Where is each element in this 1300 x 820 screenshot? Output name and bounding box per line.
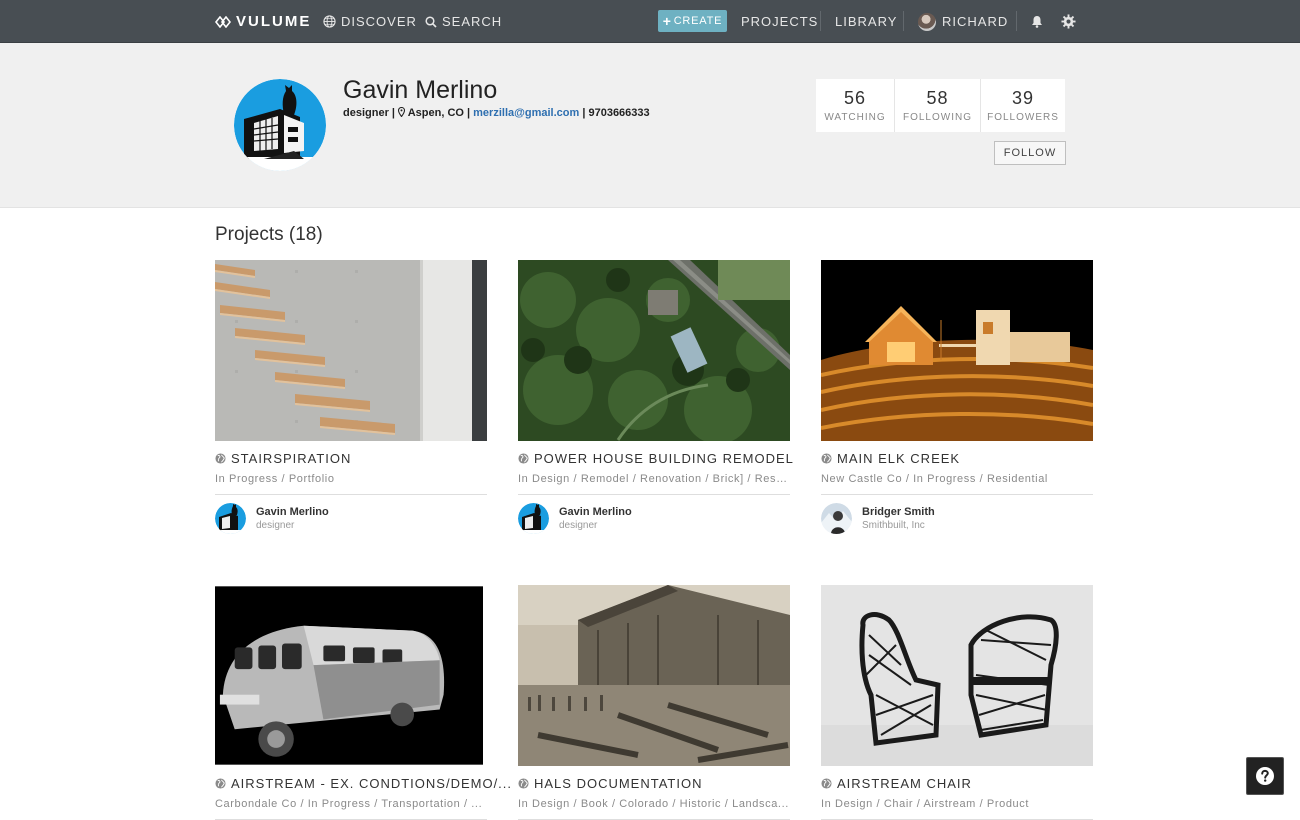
owner-name: Gavin Merlino [559, 506, 632, 518]
nav-search[interactable]: SEARCH [425, 0, 502, 43]
globe-icon [323, 15, 336, 28]
project-thumbnail[interactable] [821, 260, 1093, 441]
project-tags: In Design / Chair / Airstream / Product [821, 798, 1093, 820]
project-card[interactable]: AIRSTREAM CHAIR In Design / Chair / Airs… [821, 585, 1093, 820]
project-title-text: POWER HOUSE BUILDING REMODEL [534, 451, 794, 466]
project-owner[interactable]: Gavin Merlino designer [215, 503, 487, 534]
nav-divider [1016, 11, 1017, 31]
project-title[interactable]: POWER HOUSE BUILDING REMODEL [518, 451, 793, 466]
project-title[interactable]: STAIRSPIRATION [215, 451, 487, 466]
location-pin-icon [398, 106, 406, 118]
globe-icon [518, 778, 529, 789]
avatar [918, 12, 936, 31]
project-tags: New Castle Co / In Progress / Residentia… [821, 473, 1093, 495]
project-tags: In Design / Remodel / Renovation / Brick… [518, 473, 790, 495]
user-menu[interactable]: RICHARD [918, 0, 1008, 43]
avatar [215, 503, 246, 534]
nav-divider [903, 11, 904, 31]
follow-button[interactable]: FOLLOW [994, 141, 1066, 165]
project-tags: Carbondale Co / In Progress / Transporta… [215, 798, 487, 820]
gear-icon [1061, 14, 1076, 29]
profile-phone: 9703666333 [588, 107, 650, 119]
project-card[interactable]: AIRSTREAM - EX. CONDTIONS/DEMO/... Carbo… [215, 585, 511, 820]
project-tags: In Design / Book / Colorado / Historic /… [518, 798, 790, 820]
nav-library[interactable]: LIBRARY [835, 0, 897, 43]
project-thumbnail[interactable] [215, 585, 483, 766]
project-thumbnail[interactable] [518, 260, 790, 441]
owner-role: designer [559, 520, 598, 531]
vulume-logo[interactable]: VULUME [215, 0, 311, 43]
bell-icon [1032, 16, 1042, 28]
stat-number: 39 [1011, 88, 1035, 108]
project-owner[interactable]: Bridger Smith Smithbuilt, Inc [821, 503, 1093, 534]
globe-icon [518, 453, 529, 464]
owner-name: Gavin Merlino [256, 506, 329, 518]
project-thumbnail[interactable] [215, 260, 487, 441]
nav-divider [820, 11, 821, 31]
plus-icon: + [662, 13, 672, 29]
owner-role: designer [256, 520, 295, 531]
notifications-button[interactable] [1031, 0, 1048, 43]
owner-name: Bridger Smith [862, 506, 935, 518]
project-title[interactable]: AIRSTREAM CHAIR [821, 776, 1093, 791]
avatar [518, 503, 549, 534]
logo-text: VULUME [236, 13, 312, 30]
profile-header: Gavin Merlino designer | Aspen, CO | mer… [0, 43, 1300, 208]
stat-label: WATCHING [824, 112, 886, 123]
vulume-logo-icon [215, 15, 231, 28]
project-thumbnail[interactable] [518, 585, 790, 766]
search-icon [425, 15, 437, 28]
project-card[interactable]: STAIRSPIRATION In Progress / Portfolio G… [215, 260, 487, 534]
top-nav: VULUME DISCOVER SEARCH + CREATE PROJECTS… [0, 0, 1300, 43]
globe-icon [215, 453, 226, 464]
stat-label: FOLLOWING [902, 112, 972, 123]
project-title-text: STAIRSPIRATION [231, 451, 352, 466]
profile-meta: designer | Aspen, CO | merzilla@gmail.co… [343, 106, 650, 119]
owner-role: Smithbuilt, Inc [862, 520, 925, 531]
stat-label: FOLLOWERS [987, 112, 1059, 123]
globe-icon [215, 778, 226, 789]
project-title-text: AIRSTREAM - EX. CONDTIONS/DEMO/... [231, 776, 513, 791]
project-card[interactable]: HALS DOCUMENTATION In Design / Book / Co… [518, 585, 790, 820]
nav-discover-label: DISCOVER [341, 14, 417, 29]
project-title[interactable]: MAIN ELK CREEK [821, 451, 1093, 466]
question-icon [1256, 767, 1274, 785]
stat-number: 58 [926, 88, 949, 108]
project-card[interactable]: MAIN ELK CREEK New Castle Co / In Progre… [821, 260, 1093, 534]
stat-following[interactable]: 58 FOLLOWING [895, 79, 981, 132]
user-name: RICHARD [942, 14, 1009, 29]
project-title-text: HALS DOCUMENTATION [534, 776, 703, 791]
nav-projects[interactable]: PROJECTS [741, 0, 818, 43]
globe-icon [821, 453, 832, 464]
project-title-text: AIRSTREAM CHAIR [837, 776, 972, 791]
stat-number: 56 [843, 88, 867, 108]
stat-watching[interactable]: 56 WATCHING [816, 79, 895, 132]
profile-name: Gavin Merlino [343, 76, 498, 104]
projects-heading: Projects (18) [215, 224, 323, 245]
create-button[interactable]: + CREATE [658, 10, 727, 32]
profile-role: designer [343, 107, 389, 119]
project-title[interactable]: AIRSTREAM - EX. CONDTIONS/DEMO/... [215, 776, 511, 791]
profile-avatar[interactable] [234, 79, 326, 171]
profile-location: Aspen, CO [407, 107, 464, 119]
project-tags: In Progress / Portfolio [215, 473, 487, 495]
nav-discover[interactable]: DISCOVER [323, 0, 417, 43]
project-owner[interactable]: Gavin Merlino designer [518, 503, 790, 534]
help-button[interactable] [1246, 757, 1284, 795]
settings-button[interactable] [1061, 0, 1081, 43]
nav-search-label: SEARCH [442, 14, 503, 29]
stat-followers[interactable]: 39 FOLLOWERS [981, 79, 1065, 132]
project-card[interactable]: POWER HOUSE BUILDING REMODEL In Design /… [518, 260, 793, 534]
project-title-text: MAIN ELK CREEK [837, 451, 961, 466]
profile-stats: 56 WATCHING 58 FOLLOWING 39 FOLLOWERS [816, 79, 1065, 132]
project-title[interactable]: HALS DOCUMENTATION [518, 776, 790, 791]
create-label: CREATE [673, 15, 723, 27]
globe-icon [821, 778, 832, 789]
profile-email-link[interactable]: merzilla@gmail.com [473, 107, 579, 119]
project-thumbnail[interactable] [821, 585, 1093, 766]
avatar [821, 503, 852, 534]
